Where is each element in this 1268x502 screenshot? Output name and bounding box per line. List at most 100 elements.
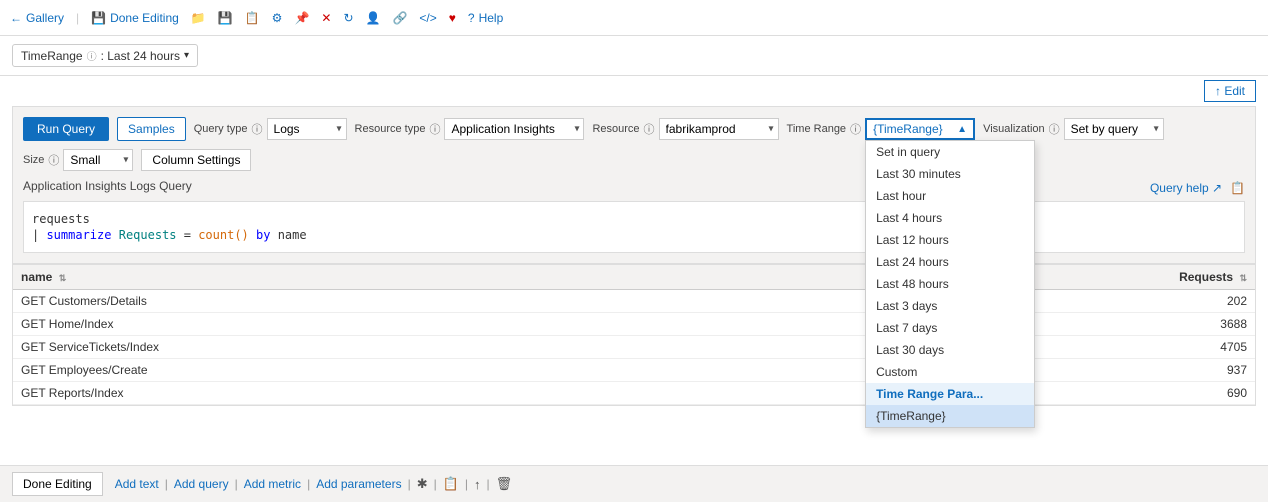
pin-btn[interactable]: 📌 — [294, 11, 309, 25]
user-icon-btn[interactable]: 👤 — [366, 11, 381, 25]
time-range-option[interactable]: Last 12 hours — [866, 229, 1034, 251]
help-btn[interactable]: ? Help — [468, 11, 503, 25]
time-range-option[interactable]: {TimeRange} — [866, 405, 1034, 427]
save-icon: 💾 — [91, 11, 106, 25]
size-select-wrapper: Small — [63, 149, 133, 171]
copy-bottom-icon[interactable]: 📋 — [443, 476, 459, 492]
question-icon: ? — [468, 11, 475, 25]
cell-name: GET Employees/Create — [13, 359, 817, 382]
done-editing-label: Done Editing — [110, 11, 179, 25]
link-btn[interactable]: 🔗 — [392, 11, 407, 25]
table-row: GET Employees/Create937 — [13, 359, 1255, 382]
time-range-option[interactable]: Last 24 hours — [866, 251, 1034, 273]
toolbar-separator-1: | — [76, 11, 79, 25]
size-info-icon: ⓘ — [48, 152, 59, 168]
sort-icon-name: ⇅ — [59, 273, 67, 283]
open-folder-btn[interactable]: 📁 — [191, 11, 206, 25]
visualization-select[interactable]: Set by query — [1064, 118, 1164, 140]
sort-icon-requests: ⇅ — [1239, 273, 1247, 283]
results-header-row: name ⇅ Requests ⇅ — [13, 265, 1255, 290]
samples-button[interactable]: Samples — [117, 117, 186, 141]
add-text-link[interactable]: Add text — [115, 477, 159, 491]
up-arrow-icon[interactable]: ↑ — [474, 477, 481, 492]
add-metric-link[interactable]: Add metric — [244, 477, 301, 491]
results-tbody: GET Customers/Details202GET Home/Index36… — [13, 290, 1255, 405]
time-range-option[interactable]: Last 7 days — [866, 317, 1034, 339]
filter-bar: TimeRange ⓘ : Last 24 hours ▾ — [0, 36, 1268, 76]
resource-select-wrapper: fabrikamprod — [659, 118, 779, 140]
time-range-option[interactable]: Last 48 hours — [866, 273, 1034, 295]
visualization-group: Visualization ⓘ Set by query — [983, 118, 1164, 140]
heart-btn[interactable]: ♥ — [449, 11, 456, 25]
query-type-label: Query type — [194, 123, 248, 135]
clone-btn[interactable]: 📋 — [245, 11, 260, 25]
resource-info-icon: ⓘ — [644, 121, 655, 137]
query-type-select[interactable]: Logs — [267, 118, 347, 140]
bottom-bar: Done Editing Add text | Add query | Add … — [0, 465, 1268, 502]
time-range-option[interactable]: Last 3 days — [866, 295, 1034, 317]
refresh-btn[interactable]: ↻ — [343, 11, 353, 25]
time-range-selected-value: {TimeRange} — [873, 122, 943, 136]
resource-type-select[interactable]: Application Insights — [444, 118, 584, 140]
time-range-option[interactable]: Custom — [866, 361, 1034, 383]
time-range-pill[interactable]: TimeRange ⓘ : Last 24 hours ▾ — [12, 44, 198, 67]
resource-select[interactable]: fabrikamprod — [659, 118, 779, 140]
heart-icon: ♥ — [449, 11, 456, 25]
table-row: GET ServiceTickets/Index4705 — [13, 336, 1255, 359]
refresh-icon: ↻ — [343, 11, 353, 25]
save-btn[interactable]: 💾 — [218, 11, 233, 25]
info-icon: ⓘ — [87, 48, 97, 63]
code-icon: </> — [419, 11, 436, 25]
table-row: GET Customers/Details202 — [13, 290, 1255, 313]
size-select[interactable]: Small — [63, 149, 133, 171]
query-panel: Run Query Samples Query type ⓘ Logs Reso… — [12, 106, 1256, 264]
resource-type-group: Resource type ⓘ Application Insights — [355, 118, 585, 140]
done-editing-button[interactable]: Done Editing — [12, 472, 103, 496]
close-btn[interactable]: ✕ — [321, 11, 331, 25]
query-line-1: requests — [32, 212, 1236, 226]
query-copy-icon[interactable]: 📋 — [1230, 181, 1245, 195]
asterisk-icon[interactable]: ✱ — [417, 476, 428, 492]
time-range-option[interactable]: Last hour — [866, 185, 1034, 207]
run-query-button[interactable]: Run Query — [23, 117, 109, 141]
query-equals: = — [177, 228, 199, 242]
folder-icon: 📁 — [191, 11, 206, 25]
code-btn[interactable]: </> — [419, 11, 436, 25]
time-range-option[interactable]: Set in query — [866, 141, 1034, 163]
query-editor-header: Application Insights Logs Query Query he… — [23, 179, 1245, 197]
query-by-kw: by — [256, 228, 270, 242]
query-text-requests: requests — [32, 212, 90, 226]
query-toolbar: Run Query Samples Query type ⓘ Logs Reso… — [23, 117, 1245, 171]
col-name-label: name — [21, 270, 52, 284]
done-editing-toolbar[interactable]: 💾 Done Editing — [91, 11, 179, 25]
time-range-open-button[interactable]: {TimeRange} ▲ — [865, 118, 975, 140]
time-range-info-icon: ⓘ — [850, 121, 861, 137]
time-range-option[interactable]: Last 4 hours — [866, 207, 1034, 229]
cell-name: GET Customers/Details — [13, 290, 817, 313]
help-label: Help — [479, 11, 504, 25]
time-range-option[interactable]: Time Range Para... — [866, 383, 1034, 405]
resource-type-select-wrapper: Application Insights — [444, 118, 584, 140]
column-settings-button[interactable]: Column Settings — [141, 149, 251, 171]
time-range-select-container: {TimeRange} ▲ Set in queryLast 30 minute… — [865, 118, 975, 140]
query-type-select-wrapper: Logs — [267, 118, 347, 140]
gallery-nav[interactable]: ← Gallery — [10, 11, 64, 25]
table-row: GET Home/Index3688 — [13, 313, 1255, 336]
back-arrow-icon: ← — [10, 11, 22, 25]
add-parameters-link[interactable]: Add parameters — [316, 477, 401, 491]
add-query-link[interactable]: Add query — [174, 477, 229, 491]
pipe-5: | — [434, 477, 437, 491]
time-range-option[interactable]: Last 30 minutes — [866, 163, 1034, 185]
query-help-link[interactable]: Query help ↗ — [1150, 181, 1222, 195]
time-range-option[interactable]: Last 30 days — [866, 339, 1034, 361]
edit-button[interactable]: ↑ Edit — [1204, 80, 1256, 102]
time-range-pill-value: : Last 24 hours — [101, 49, 180, 63]
cell-name: GET Reports/Index — [13, 382, 817, 405]
query-editor-label: Application Insights Logs Query — [23, 179, 192, 193]
resource-type-info-icon: ⓘ — [429, 121, 440, 137]
trash-icon[interactable]: 🗑 — [496, 476, 513, 492]
cell-name: GET Home/Index — [13, 313, 817, 336]
query-editor[interactable]: requests | summarize Requests = count() … — [23, 201, 1245, 253]
results-thead: name ⇅ Requests ⇅ — [13, 265, 1255, 290]
settings-btn[interactable]: ⚙ — [272, 11, 283, 25]
